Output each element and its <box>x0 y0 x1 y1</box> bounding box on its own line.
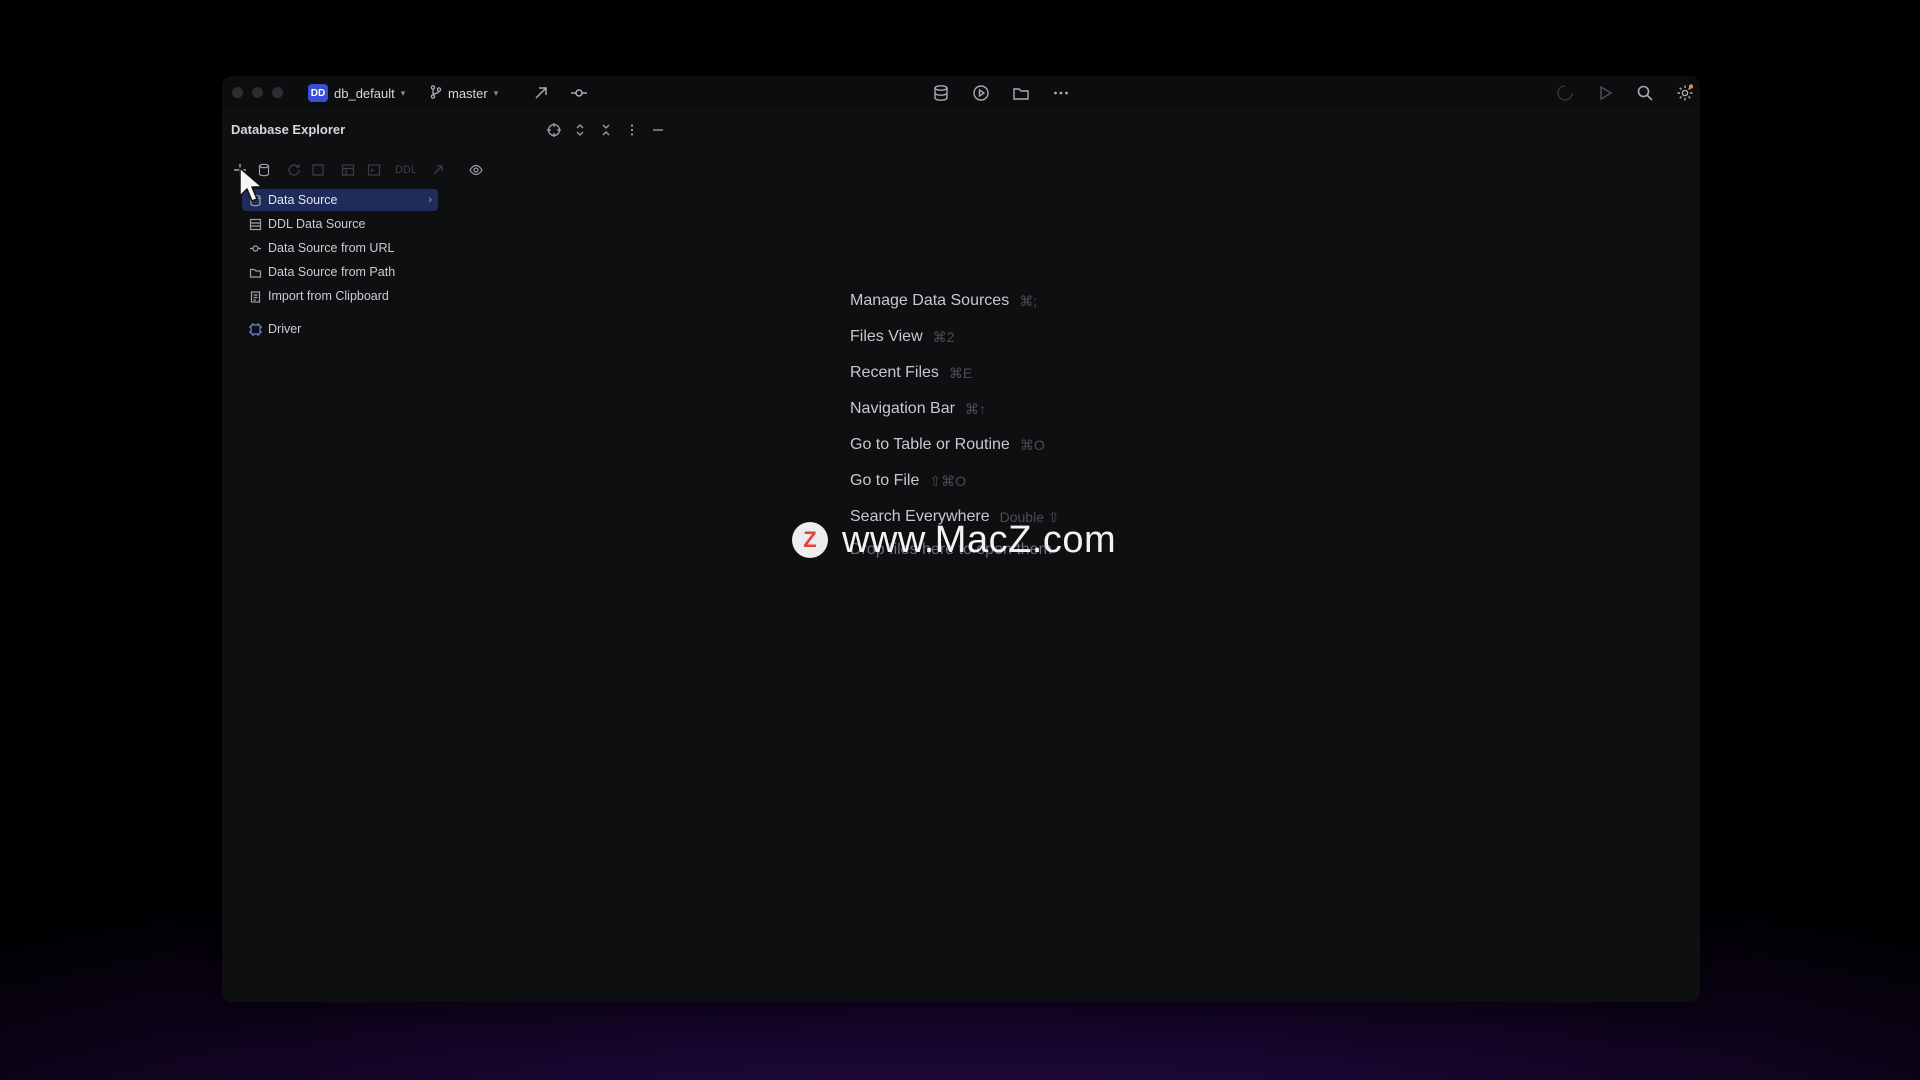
panel-title: Database Explorer <box>231 122 346 137</box>
chevron-down-icon: ▾ <box>493 87 499 98</box>
menu-item-label: DDL Data Source <box>268 217 366 231</box>
target-icon[interactable] <box>544 120 564 140</box>
menu-item-label: Data Source from Path <box>268 265 396 279</box>
menu-item-data-source-from-path[interactable]: Data Source from Path <box>242 261 438 283</box>
database-explorer-header: Database Explorer <box>231 120 671 140</box>
menu-item-driver[interactable]: Driver <box>242 318 438 340</box>
shortcut-go-to-table: Go to Table or Routine ⌘O <box>850 436 1045 453</box>
watermark: Z www.MacZ.com <box>792 518 1116 562</box>
ddl-button[interactable]: DDL <box>392 160 420 180</box>
git-branch-icon <box>430 84 442 102</box>
close-window-button[interactable] <box>232 87 243 98</box>
table-icon[interactable] <box>338 160 358 180</box>
menu-item-label: Driver <box>268 322 302 336</box>
chevron-down-icon: ▾ <box>400 87 406 98</box>
minimize-window-button[interactable] <box>252 87 263 98</box>
menu-item-data-source[interactable]: Data Source › <box>242 189 438 211</box>
ddl-icon <box>247 216 263 232</box>
driver-icon <box>247 321 263 337</box>
shortcut-go-to-file: Go to File ⇧⌘O <box>850 472 966 489</box>
shortcut-navigation-bar: Navigation Bar ⌘↑ <box>850 400 986 417</box>
run-icon[interactable] <box>1594 82 1616 104</box>
eye-icon[interactable] <box>466 160 486 180</box>
commit-icon[interactable] <box>568 82 590 104</box>
options-icon[interactable] <box>622 120 642 140</box>
shortcut-manage-data-sources: Manage Data Sources ⌘; <box>850 292 1038 309</box>
project-selector[interactable]: DD db_default ▾ <box>308 83 405 103</box>
title-bar: DD db_default ▾ master ▾ <box>222 76 1700 108</box>
shortcut-files-view: Files View ⌘2 <box>850 328 955 345</box>
hide-panel-icon[interactable] <box>648 120 668 140</box>
gear-icon[interactable] <box>1674 82 1696 104</box>
jump-icon[interactable] <box>428 160 448 180</box>
search-icon[interactable] <box>1634 82 1656 104</box>
expand-all-icon[interactable] <box>570 120 590 140</box>
clipboard-icon <box>247 288 263 304</box>
explorer-toolbar: DDL <box>230 160 510 180</box>
menu-item-label: Import from Clipboard <box>268 289 389 303</box>
refresh-icon[interactable] <box>284 160 304 180</box>
menu-item-ddl-data-source[interactable]: DDL Data Source <box>242 213 438 235</box>
menu-item-label: Data Source <box>268 193 338 207</box>
branch-name: master <box>448 85 488 101</box>
project-badge: DD <box>308 84 328 102</box>
zoom-window-button[interactable] <box>272 87 283 98</box>
more-icon[interactable] <box>1050 82 1072 104</box>
loading-icon <box>1554 82 1576 104</box>
folder-icon[interactable] <box>1010 82 1032 104</box>
database-icon[interactable] <box>930 82 952 104</box>
watermark-logo: Z <box>792 522 828 558</box>
console-icon[interactable] <box>364 160 384 180</box>
watermark-text: www.MacZ.com <box>842 518 1117 561</box>
project-name: db_default <box>334 85 395 101</box>
url-icon <box>247 240 263 256</box>
branch-selector[interactable]: master ▾ <box>430 83 498 103</box>
menu-item-data-source-from-url[interactable]: Data Source from URL <box>242 237 438 259</box>
menu-item-import-from-clipboard[interactable]: Import from Clipboard <box>242 285 438 307</box>
run-services-icon[interactable] <box>970 82 992 104</box>
menu-item-label: Data Source from URL <box>268 241 395 255</box>
folder-icon <box>247 264 263 280</box>
mouse-cursor-icon <box>239 167 263 202</box>
collapse-all-icon[interactable] <box>596 120 616 140</box>
shortcut-recent-files: Recent Files ⌘E <box>850 364 973 381</box>
stop-icon[interactable] <box>308 160 328 180</box>
push-icon[interactable] <box>530 82 552 104</box>
chevron-right-icon: › <box>428 194 432 206</box>
